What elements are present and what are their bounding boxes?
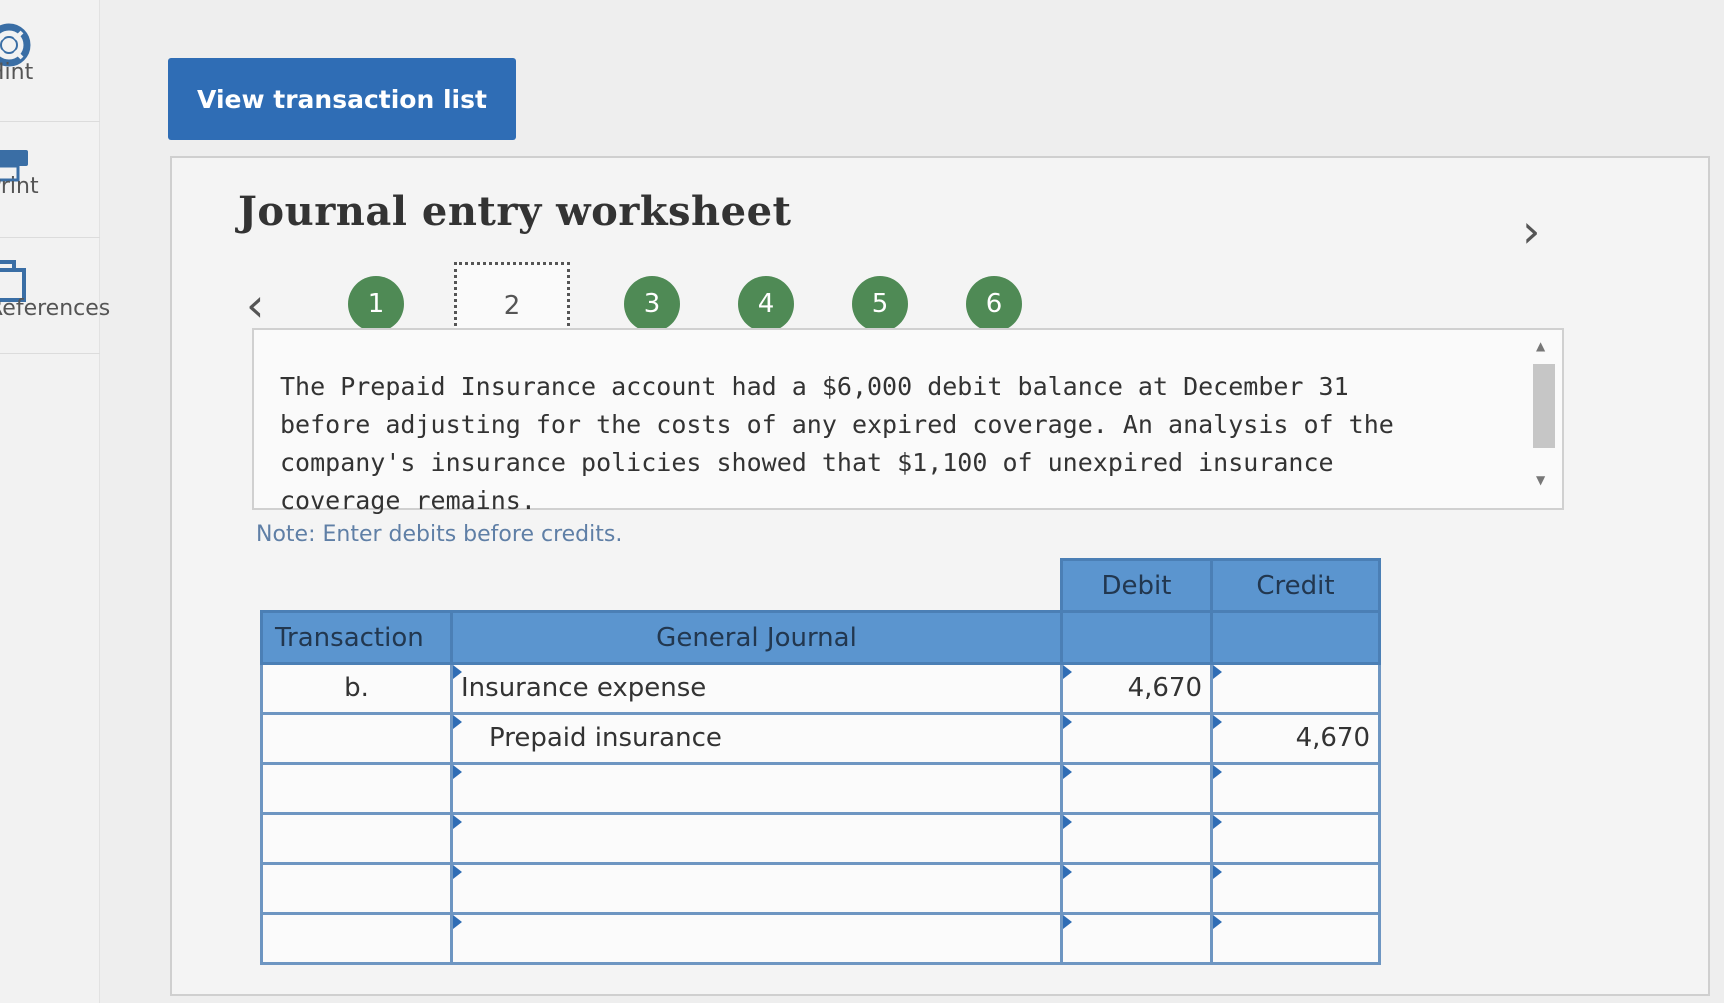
debit-input[interactable]: 4,670: [1060, 662, 1213, 715]
dropdown-marker-icon: [1063, 865, 1072, 879]
dropdown-marker-icon: [1213, 815, 1222, 829]
header-spacer: [1210, 610, 1381, 665]
dropdown-marker-icon: [453, 915, 462, 929]
transaction-description-box: The Prepaid Insurance account had a $6,0…: [252, 328, 1564, 515]
column-header-debit: Debit: [1060, 558, 1213, 613]
journal-worksheet-panel: Journal entry worksheet ‹ › 1 2 3 4 5 6 …: [170, 156, 1710, 996]
column-header-credit: Credit: [1210, 558, 1381, 613]
page-title: Journal entry worksheet: [238, 188, 792, 235]
step-4-button[interactable]: 4: [738, 276, 794, 332]
header-spacer: [1060, 610, 1213, 665]
transaction-cell: [260, 912, 453, 965]
header-spacer: [262, 560, 452, 612]
debit-input[interactable]: [1060, 762, 1213, 815]
sidebar-item-label: Hint: [0, 60, 34, 85]
dropdown-marker-icon: [1063, 915, 1072, 929]
chevron-right-icon[interactable]: ›: [1522, 208, 1540, 254]
account-name: Prepaid insurance: [489, 723, 722, 753]
table-row: b. Insurance expense 4,670: [260, 662, 1381, 715]
dropdown-marker-icon: [453, 865, 462, 879]
sidebar: Hint Print References: [0, 0, 110, 1003]
dropdown-marker-icon: [453, 765, 462, 779]
dropdown-marker-icon: [1063, 665, 1072, 679]
dropdown-marker-icon: [1213, 765, 1222, 779]
transaction-description: The Prepaid Insurance account had a $6,0…: [280, 372, 1394, 515]
transaction-cell: [260, 812, 453, 865]
dropdown-marker-icon: [1063, 715, 1072, 729]
dropdown-marker-icon: [1213, 865, 1222, 879]
header-spacer: [452, 560, 1062, 612]
entry-note: Note: Enter debits before credits.: [256, 522, 623, 547]
dropdown-marker-icon: [1213, 715, 1222, 729]
credit-input[interactable]: 4,670: [1210, 712, 1381, 765]
table-row: [260, 912, 1381, 965]
sidebar-item-print[interactable]: Print: [0, 122, 100, 238]
sidebar-item-label: References: [0, 296, 111, 321]
table-row: Prepaid insurance 4,670: [260, 712, 1381, 765]
debit-input[interactable]: [1060, 912, 1213, 965]
dropdown-marker-icon: [1063, 765, 1072, 779]
step-1-button[interactable]: 1: [348, 276, 404, 332]
scroll-up-icon[interactable]: ▲: [1536, 340, 1545, 352]
credit-input[interactable]: [1210, 762, 1381, 815]
scroll-thumb[interactable]: [1533, 364, 1555, 448]
transaction-cell: b.: [260, 662, 453, 715]
general-journal-table: Debit Credit Transaction General Journal…: [260, 558, 1381, 965]
dropdown-marker-icon: [453, 665, 462, 679]
transaction-cell: [260, 762, 453, 815]
chevron-left-icon[interactable]: ‹: [246, 282, 264, 328]
table-row: [260, 812, 1381, 865]
account-select[interactable]: [450, 812, 1063, 865]
description-scrollbar[interactable]: ▲ ▼: [1530, 338, 1556, 488]
column-header-transaction: Transaction: [260, 610, 453, 665]
step-6-button[interactable]: 6: [966, 276, 1022, 332]
credit-input[interactable]: [1210, 662, 1381, 715]
dropdown-marker-icon: [1213, 915, 1222, 929]
dropdown-marker-icon: [1213, 665, 1222, 679]
credit-input[interactable]: [1210, 862, 1381, 915]
credit-input[interactable]: [1210, 912, 1381, 965]
debit-input[interactable]: [1060, 712, 1213, 765]
table-row: [260, 762, 1381, 815]
account-select[interactable]: Insurance expense: [450, 662, 1063, 715]
view-transaction-list-button[interactable]: View transaction list: [168, 58, 516, 140]
table-row: [260, 862, 1381, 915]
transaction-cell: [260, 862, 453, 915]
account-select[interactable]: Prepaid insurance: [450, 712, 1063, 765]
sidebar-item-label: Print: [0, 174, 39, 199]
credit-input[interactable]: [1210, 812, 1381, 865]
account-select[interactable]: [450, 762, 1063, 815]
column-header-general-journal: General Journal: [450, 610, 1063, 665]
account-select[interactable]: [450, 862, 1063, 915]
dropdown-marker-icon: [1063, 815, 1072, 829]
sidebar-item-hint[interactable]: Hint: [0, 0, 100, 122]
account-name: Insurance expense: [461, 673, 707, 703]
dropdown-marker-icon: [453, 815, 462, 829]
debit-input[interactable]: [1060, 862, 1213, 915]
debit-input[interactable]: [1060, 812, 1213, 865]
step-5-button[interactable]: 5: [852, 276, 908, 332]
account-select[interactable]: [450, 912, 1063, 965]
sidebar-item-references[interactable]: References: [0, 238, 110, 354]
step-3-button[interactable]: 3: [624, 276, 680, 332]
scroll-down-icon[interactable]: ▼: [1536, 474, 1545, 486]
dropdown-marker-icon: [453, 715, 462, 729]
transaction-cell: [260, 712, 453, 765]
